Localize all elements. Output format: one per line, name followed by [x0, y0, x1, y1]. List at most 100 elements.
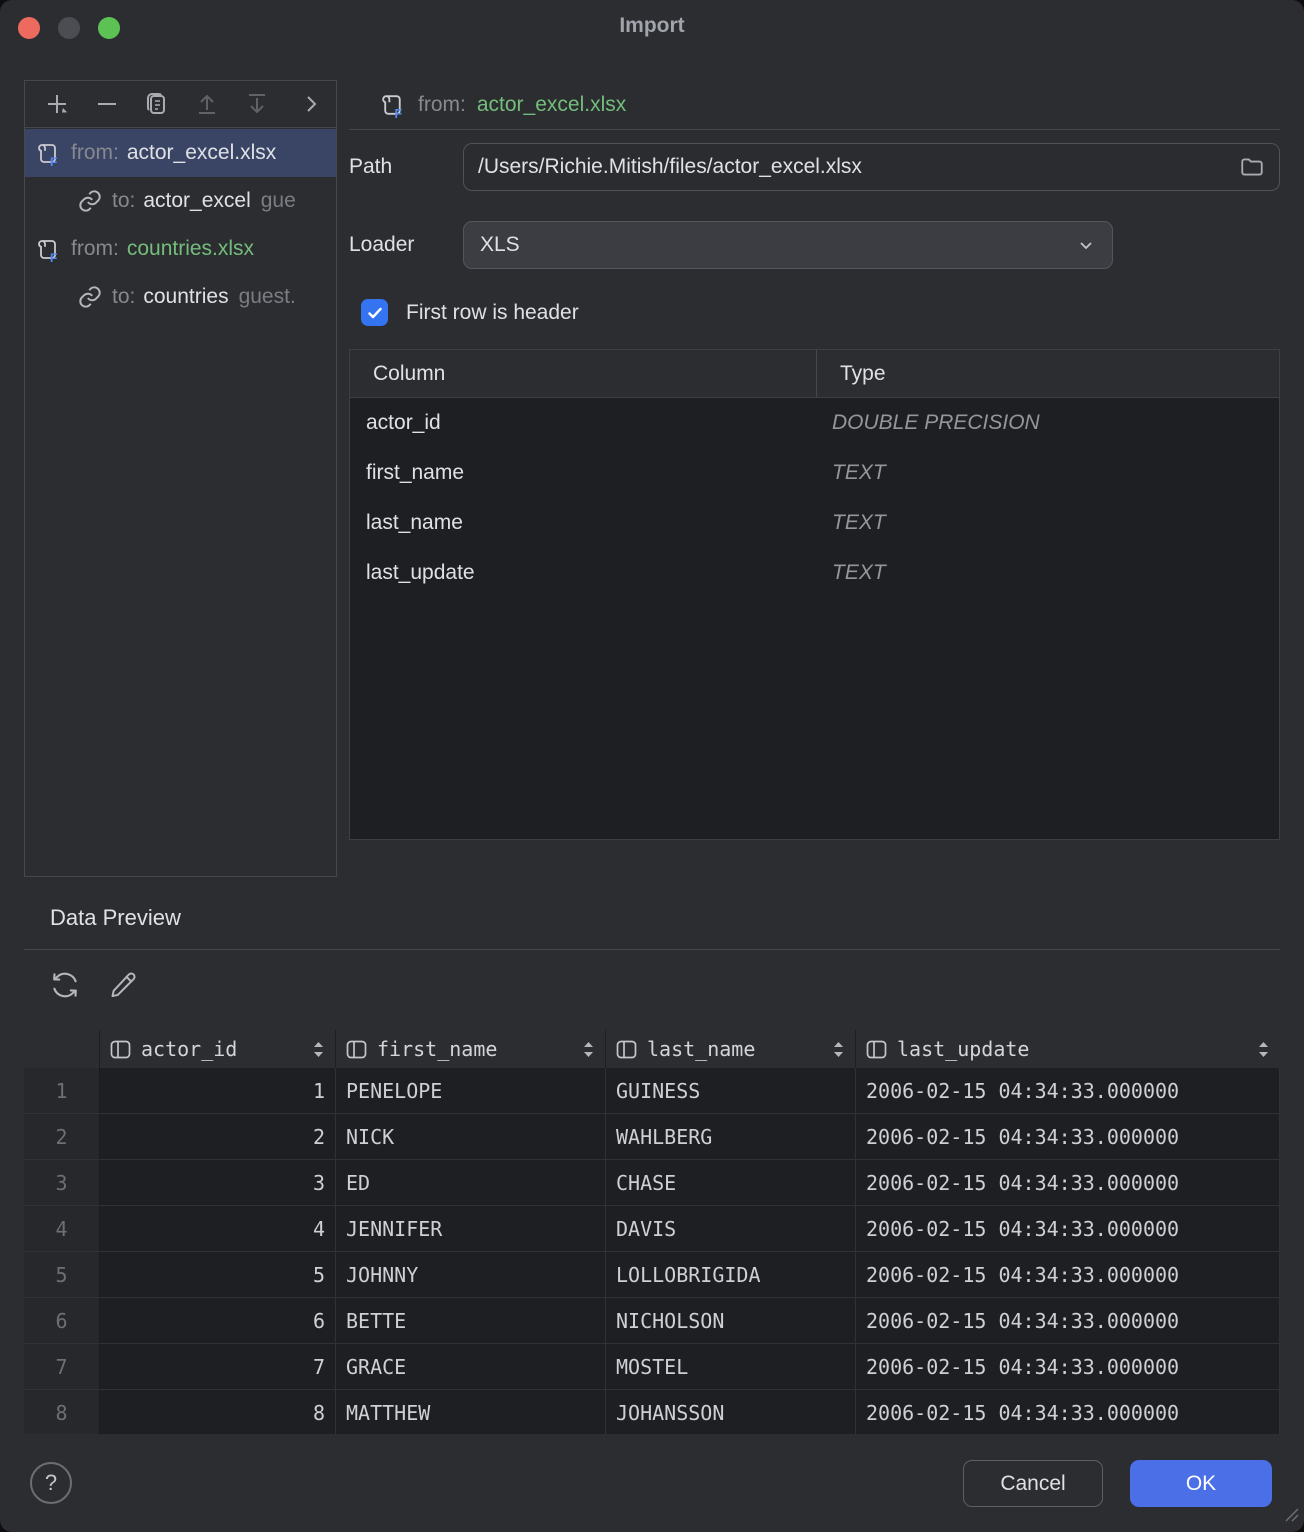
table-row[interactable]: 22NICKWAHLBERG2006-02-15 04:34:33.000000 [24, 1114, 1280, 1160]
table-row[interactable]: actor_id DOUBLE PRECISION [350, 398, 1279, 448]
loader-label: Loader [349, 233, 463, 257]
column-header-last-update[interactable]: last_update [856, 1030, 1280, 1068]
mapping-column-name[interactable]: last_update [350, 561, 816, 585]
path-input[interactable]: /Users/Richie.Mitish/files/actor_excel.x… [463, 143, 1280, 191]
table-row[interactable]: 77GRACEMOSTEL2006-02-15 04:34:33.000000 [24, 1344, 1280, 1390]
tree-item-prefix: to: [112, 189, 135, 213]
mapping-column-name[interactable]: actor_id [350, 411, 816, 435]
move-down-icon[interactable] [235, 86, 279, 122]
cancel-button[interactable]: Cancel [963, 1460, 1103, 1507]
table-cell[interactable]: BETTE [336, 1298, 606, 1344]
table-cell[interactable]: 2006-02-15 04:34:33.000000 [856, 1206, 1280, 1252]
table-cell[interactable]: ED [336, 1160, 606, 1206]
row-number: 5 [24, 1252, 100, 1298]
file-icon: F [35, 140, 62, 167]
duplicate-icon[interactable] [135, 86, 179, 122]
dialog-footer: ? Cancel OK [0, 1434, 1304, 1532]
table-row[interactable]: 11PENELOPEGUINESS2006-02-15 04:34:33.000… [24, 1068, 1280, 1114]
table-cell[interactable]: 7 [100, 1344, 336, 1390]
column-header-last-name[interactable]: last_name [606, 1030, 856, 1068]
table-cell[interactable]: 2006-02-15 04:34:33.000000 [856, 1068, 1280, 1114]
svg-text:F: F [50, 155, 57, 167]
help-icon[interactable]: ? [30, 1462, 72, 1504]
folder-icon[interactable] [1239, 154, 1265, 180]
loader-select[interactable]: XLS [463, 221, 1113, 269]
edit-pencil-icon[interactable] [106, 968, 140, 1002]
checkmark-icon [366, 304, 384, 322]
table-row[interactable]: 88MATTHEWJOHANSSON2006-02-15 04:34:33.00… [24, 1390, 1280, 1434]
table-cell[interactable]: 2006-02-15 04:34:33.000000 [856, 1298, 1280, 1344]
table-cell[interactable]: 2006-02-15 04:34:33.000000 [856, 1252, 1280, 1298]
column-header-actor-id[interactable]: actor_id [100, 1030, 336, 1068]
table-cell[interactable]: 2006-02-15 04:34:33.000000 [856, 1344, 1280, 1390]
add-icon[interactable] [35, 86, 79, 122]
table-cell[interactable]: LOLLOBRIGIDA [606, 1252, 856, 1298]
table-cell[interactable]: 2006-02-15 04:34:33.000000 [856, 1160, 1280, 1206]
refresh-icon[interactable] [48, 968, 82, 1002]
mapping-table-header: Column Type [350, 350, 1279, 398]
table-cell[interactable]: 1 [100, 1068, 336, 1114]
import-settings-panel: F from: actor_excel.xlsx Path /Users/Ric… [349, 80, 1280, 130]
table-cell[interactable]: MATTHEW [336, 1390, 606, 1434]
table-row[interactable]: 44JENNIFERDAVIS2006-02-15 04:34:33.00000… [24, 1206, 1280, 1252]
remove-icon[interactable] [85, 86, 129, 122]
table-row[interactable]: 33EDCHASE2006-02-15 04:34:33.000000 [24, 1160, 1280, 1206]
table-cell[interactable]: GRACE [336, 1344, 606, 1390]
table-row[interactable]: 55JOHNNYLOLLOBRIGIDA2006-02-15 04:34:33.… [24, 1252, 1280, 1298]
table-cell[interactable]: JENNIFER [336, 1206, 606, 1252]
column-header-label: first_name [377, 1037, 497, 1061]
table-cell[interactable]: JOHNNY [336, 1252, 606, 1298]
column-icon [616, 1040, 637, 1059]
table-cell[interactable]: 2 [100, 1114, 336, 1160]
table-cell[interactable]: NICK [336, 1114, 606, 1160]
table-cell[interactable]: GUINESS [606, 1068, 856, 1114]
table-cell[interactable]: 3 [100, 1160, 336, 1206]
tree-item-from-countries[interactable]: F from: countries.xlsx [25, 225, 336, 273]
sort-icon[interactable] [832, 1041, 845, 1058]
mapping-column-type[interactable]: DOUBLE PRECISION [816, 411, 1279, 435]
ok-button[interactable]: OK [1130, 1460, 1272, 1507]
path-row: Path /Users/Richie.Mitish/files/actor_ex… [349, 143, 1280, 191]
tree-item-to-countries[interactable]: to: countries guest. [25, 273, 336, 321]
table-cell[interactable]: 5 [100, 1252, 336, 1298]
import-dialog: Import [0, 0, 1304, 1532]
table-cell[interactable]: 8 [100, 1390, 336, 1434]
table-cell[interactable]: 4 [100, 1206, 336, 1252]
mapping-header-column[interactable]: Column [350, 350, 816, 397]
mapping-column-type[interactable]: TEXT [816, 461, 1279, 485]
table-row[interactable]: last_update TEXT [350, 548, 1279, 598]
table-cell[interactable]: 6 [100, 1298, 336, 1344]
row-number: 1 [24, 1068, 100, 1114]
tree-item-from-actor-excel[interactable]: F from: actor_excel.xlsx [25, 129, 336, 177]
table-cell[interactable]: DAVIS [606, 1206, 856, 1252]
table-cell[interactable]: CHASE [606, 1160, 856, 1206]
table-cell[interactable]: PENELOPE [336, 1068, 606, 1114]
table-cell[interactable]: WAHLBERG [606, 1114, 856, 1160]
first-row-header-checkbox[interactable] [361, 299, 388, 326]
chevron-right-icon[interactable] [296, 86, 326, 122]
resize-grip-icon[interactable] [1280, 1503, 1300, 1528]
table-cell[interactable]: JOHANSSON [606, 1390, 856, 1434]
preview-table-header: actor_id first_name last_name [24, 1030, 1280, 1068]
mapping-column-name[interactable]: first_name [350, 461, 816, 485]
table-cell[interactable]: 2006-02-15 04:34:33.000000 [856, 1114, 1280, 1160]
column-icon [346, 1040, 367, 1059]
mapping-column-type[interactable]: TEXT [816, 511, 1279, 535]
sort-icon[interactable] [1257, 1041, 1270, 1058]
table-cell[interactable]: MOSTEL [606, 1344, 856, 1390]
move-up-icon[interactable] [185, 86, 229, 122]
column-header-first-name[interactable]: first_name [336, 1030, 606, 1068]
tree-item-to-actor-excel[interactable]: to: actor_excel gue [25, 177, 336, 225]
table-row[interactable]: first_name TEXT [350, 448, 1279, 498]
mapping-column-name[interactable]: last_name [350, 511, 816, 535]
mapping-header-type[interactable]: Type [816, 350, 1279, 397]
tree-item-prefix: from: [71, 237, 119, 261]
table-row[interactable]: last_name TEXT [350, 498, 1279, 548]
table-row[interactable]: 66BETTENICHOLSON2006-02-15 04:34:33.0000… [24, 1298, 1280, 1344]
table-cell[interactable]: 2006-02-15 04:34:33.000000 [856, 1390, 1280, 1434]
sort-icon[interactable] [582, 1041, 595, 1058]
sort-icon[interactable] [312, 1041, 325, 1058]
mapping-column-type[interactable]: TEXT [816, 561, 1279, 585]
table-cell[interactable]: NICHOLSON [606, 1298, 856, 1344]
column-icon [110, 1040, 131, 1059]
